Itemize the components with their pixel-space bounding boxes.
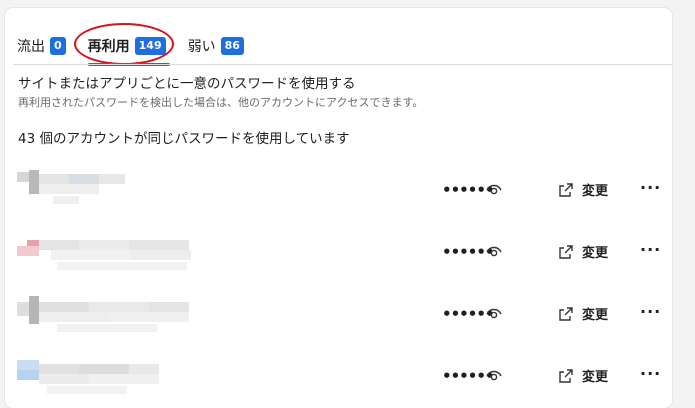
reused-accounts-summary: 43 個のアカウントが同じパスワードを使用しています <box>18 131 350 147</box>
blurred-account-info <box>17 170 197 214</box>
tab-reused[interactable]: 再利用 149 <box>73 23 174 66</box>
eye-icon[interactable] <box>486 368 502 382</box>
description-subtitle: 再利用されたパスワードを検出した場合は、他のアカウントにアクセスできます。 <box>18 96 424 109</box>
tab-bar: 流出 0 再利用 149 弱い 86 <box>13 23 262 66</box>
change-password-label: 変更 <box>582 184 609 199</box>
tab-leaked[interactable]: 流出 0 <box>13 31 70 61</box>
account-row[interactable]: •••••• 変更 ··· <box>5 344 672 406</box>
account-list: •••••• 変更 ··· •••••• 変更 ··· •••••• 変更 ··… <box>5 158 672 406</box>
blurred-account-info <box>17 294 197 338</box>
more-options-icon[interactable]: ··· <box>640 178 661 197</box>
change-password-label: 変更 <box>582 308 609 323</box>
open-external-icon <box>559 182 573 197</box>
more-options-icon[interactable]: ··· <box>640 302 661 321</box>
tab-leaked-count-badge: 0 <box>50 37 66 55</box>
open-external-icon <box>559 306 573 321</box>
change-password-label: 変更 <box>582 246 609 261</box>
description-title: サイトまたはアプリごとに一意のパスワードを使用する <box>18 76 356 92</box>
eye-icon[interactable] <box>486 244 502 258</box>
tab-reused-count-badge: 149 <box>134 37 166 55</box>
account-row[interactable]: •••••• 変更 ··· <box>5 282 672 344</box>
eye-icon[interactable] <box>486 306 502 320</box>
change-password-button[interactable]: 変更 <box>558 180 608 199</box>
account-row[interactable]: •••••• 変更 ··· <box>5 158 672 220</box>
tab-weak[interactable]: 弱い 86 <box>184 31 248 61</box>
open-external-icon <box>559 368 573 383</box>
tab-weak-count-badge: 86 <box>220 37 244 55</box>
blurred-account-info <box>17 232 197 276</box>
change-password-button[interactable]: 変更 <box>558 304 608 323</box>
tab-reused-label: 再利用 <box>87 39 130 55</box>
passwords-card: 流出 0 再利用 149 弱い 86 サイトまたはアプリごとに一意のパスワードを… <box>5 8 672 408</box>
tab-weak-label: 弱い <box>187 39 216 55</box>
change-password-label: 変更 <box>582 370 609 385</box>
open-external-icon <box>559 244 573 259</box>
change-password-button[interactable]: 変更 <box>558 366 608 385</box>
change-password-button[interactable]: 変更 <box>558 242 608 261</box>
blurred-account-info <box>17 356 197 400</box>
tab-leaked-label: 流出 <box>17 39 45 55</box>
more-options-icon[interactable]: ··· <box>640 364 661 383</box>
tab-divider <box>13 64 672 65</box>
more-options-icon[interactable]: ··· <box>640 240 661 259</box>
eye-icon[interactable] <box>486 182 502 196</box>
account-row[interactable]: •••••• 変更 ··· <box>5 220 672 282</box>
